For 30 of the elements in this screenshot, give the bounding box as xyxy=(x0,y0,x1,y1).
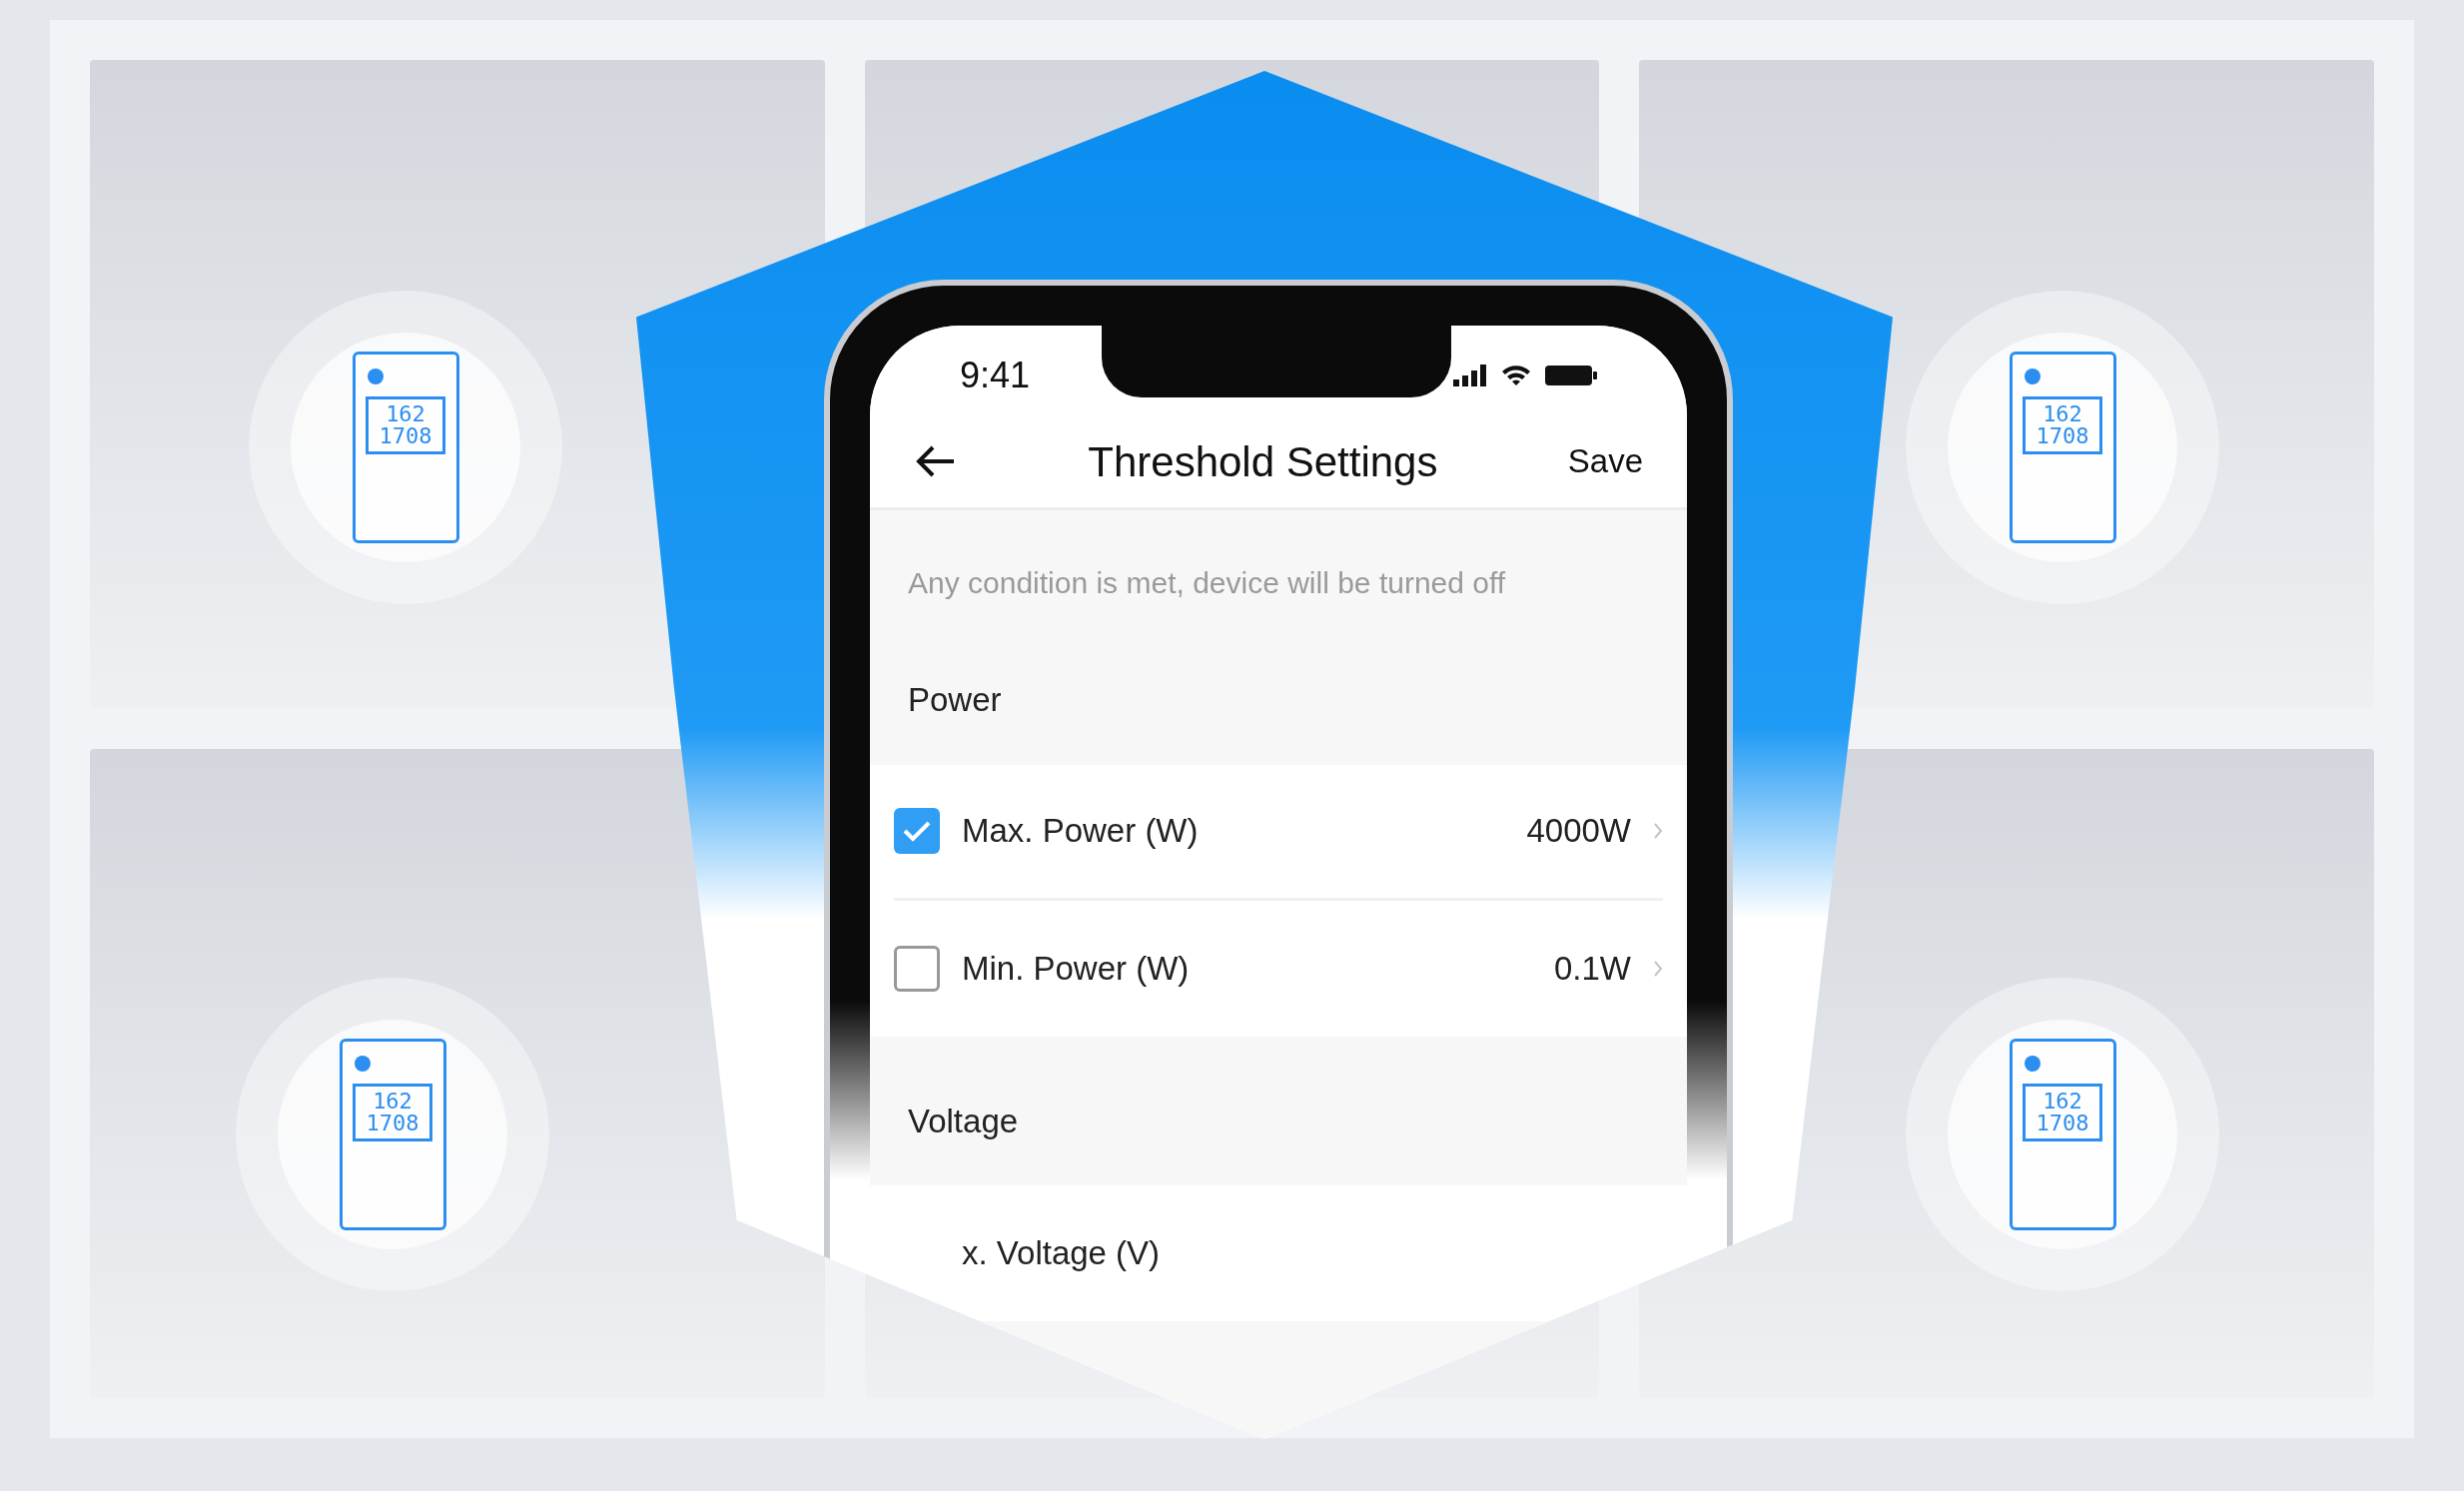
section-heading: Voltage xyxy=(907,1101,1020,1141)
lcd-reading: 1708 xyxy=(2036,1113,2089,1134)
checkbox[interactable] xyxy=(894,945,940,992)
lcd-reading: 162 xyxy=(2043,1091,2082,1113)
setting-row[interactable]: Max. Power (W) 4000W xyxy=(894,764,1663,901)
setting-value: 0.1W xyxy=(1553,948,1631,989)
lcd-reading: 162 xyxy=(373,1091,412,1113)
checkbox[interactable] xyxy=(894,808,940,854)
battery-icon xyxy=(1545,365,1597,386)
signal-icon xyxy=(1453,365,1487,386)
setting-label: Max. Power (W) xyxy=(962,811,1200,852)
lcd-reading: 162 xyxy=(2043,403,2082,425)
lcd-reading: 1708 xyxy=(379,425,432,447)
check-icon xyxy=(902,819,932,843)
chevron-icon xyxy=(1653,822,1663,840)
status-time: 9:41 xyxy=(960,354,1031,397)
wifi-icon xyxy=(1501,365,1531,386)
back-arrow-icon xyxy=(916,444,956,478)
lcd-reading: 1708 xyxy=(2036,425,2089,447)
setting-value: 4000W xyxy=(1526,811,1631,852)
screen-title: Threshold Settings xyxy=(1088,436,1438,487)
chevron-icon xyxy=(1653,959,1663,978)
lcd-reading: 1708 xyxy=(366,1113,419,1134)
setting-row[interactable]: Min. Power (W) 0.1W xyxy=(894,900,1663,1037)
setting-label: x. Voltage (V) xyxy=(962,1233,1162,1274)
save-button[interactable]: Save xyxy=(1567,436,1643,486)
section-heading: Power xyxy=(907,680,1003,720)
setting-label: Min. Power (W) xyxy=(962,948,1191,989)
lcd-reading: 162 xyxy=(386,403,425,425)
info-note: Any condition is met, device will be turned off xyxy=(907,565,1507,601)
